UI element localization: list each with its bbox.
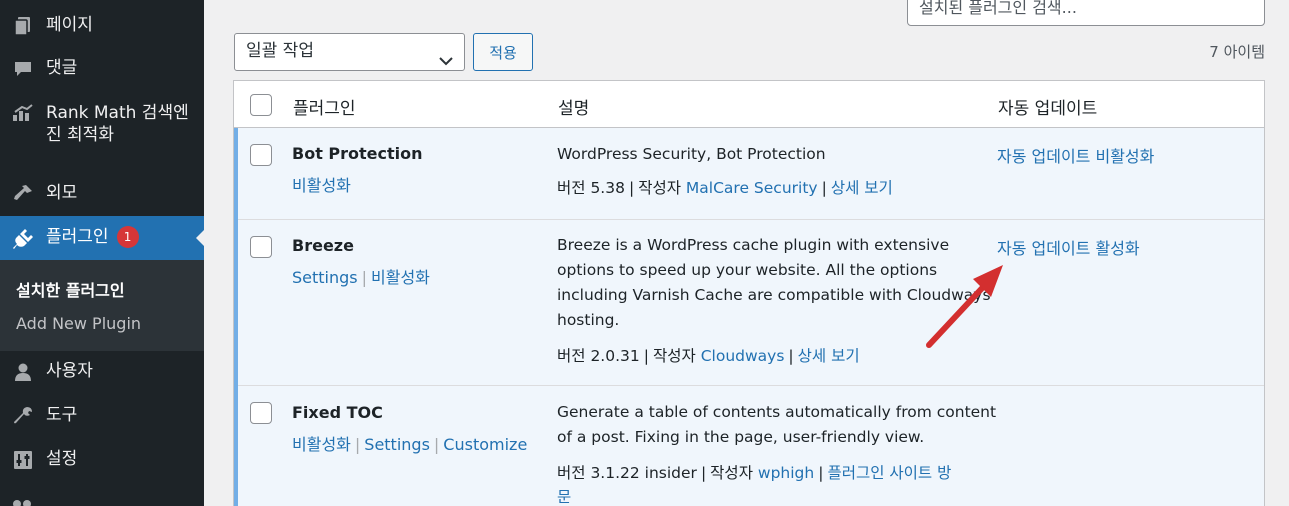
auto-update-toggle-link[interactable]: 자동 업데이트 활성화 (997, 235, 1140, 259)
plugin-name: Breeze (292, 236, 354, 255)
sidebar-item-more[interactable] (0, 494, 204, 506)
sidebar-label: 페이지 (46, 15, 93, 35)
author-link[interactable]: MalCare Security (686, 179, 818, 197)
table-row: Bot Protection 비활성화 WordPress Security, … (234, 128, 1264, 220)
description-line: Breeze is a WordPress cache plugin with … (557, 236, 950, 254)
sidebar-item-comments[interactable]: 댓글 (0, 57, 204, 79)
author-prefix: 작성자 (652, 347, 696, 365)
sidebar-item-settings[interactable]: 설정 (0, 448, 204, 470)
deactivate-link[interactable]: 비활성화 (292, 176, 351, 195)
plugin-name: Bot Protection (292, 144, 423, 163)
plugins-submenu: 설치한 플러그인 Add New Plugin (0, 260, 204, 351)
comments-icon (0, 57, 46, 79)
items-count: 7 아이템 (1209, 43, 1265, 61)
plugin-description: Breeze is a WordPress cache plugin with … (557, 233, 991, 333)
plugin-meta: 버전 2.0.31 | 작성자 Cloudways | 상세 보기 (557, 347, 860, 365)
sidebar-label: 외모 (46, 183, 78, 203)
sidebar-item-plugins[interactable]: 플러그인 1 (0, 216, 204, 260)
apply-button[interactable]: 적용 (473, 33, 533, 71)
description-line: of a post. Fixing in the page, user-frie… (557, 428, 925, 446)
sidebar-item-pages[interactable]: 페이지 (0, 14, 204, 36)
admin-sidebar: 페이지 댓글 Rank Math 검색엔 진 최적화 외모 플러그인 1 설치한 … (0, 0, 204, 506)
sidebar-label: 플러그인 (46, 227, 109, 247)
row-checkbox[interactable] (250, 402, 272, 424)
plugin-meta: 버전 5.38 | 작성자 MalCare Security | 상세 보기 (557, 179, 893, 197)
table-row: Fixed TOC 비활성화 | Settings | Customize Genera… (234, 386, 1264, 506)
sidebar-item-appearance[interactable]: 외모 (0, 182, 204, 204)
author-prefix: 작성자 (710, 464, 753, 482)
sidebar-label: 사용자 (46, 361, 93, 381)
pages-icon (0, 14, 46, 36)
deactivate-link[interactable]: 비활성화 (292, 435, 351, 454)
plugin-site-link[interactable]: 플러그인 사이트 방 (827, 464, 951, 482)
submenu-add-new-plugin[interactable]: Add New Plugin (16, 314, 141, 333)
sidebar-item-users[interactable]: 사용자 (0, 360, 204, 382)
author-link[interactable]: Cloudways (701, 347, 785, 365)
author-prefix: 작성자 (638, 179, 681, 197)
chevron-down-icon (438, 45, 454, 79)
description-line: hosting. (557, 311, 620, 329)
view-details-link[interactable]: 상세 보기 (831, 179, 893, 197)
auto-update-toggle-link[interactable]: 자동 업데이트 비활성화 (997, 143, 1154, 167)
description-line: Generate a table of contents automatical… (557, 403, 997, 421)
row-actions: 비활성화 | Settings | Customize (292, 435, 528, 454)
plugin-version: 버전 2.0.31 (557, 347, 640, 365)
bulk-action-selected: 일괄 작업 (246, 41, 314, 61)
plugins-icon (0, 226, 46, 250)
sidebar-label: 도구 (46, 405, 78, 425)
sidebar-item-rankmath[interactable]: Rank Math 검색엔 진 최적화 (0, 102, 204, 146)
column-header-description: 설명 (558, 99, 590, 119)
plugin-site-link-wrap[interactable]: 문 (557, 488, 571, 506)
sidebar-label-line2: 진 최적화 (46, 125, 114, 145)
column-header-auto-update: 자동 업데이트 (998, 99, 1098, 119)
column-header-plugin[interactable]: 플러그인 (293, 94, 356, 119)
rankmath-icon (0, 102, 46, 124)
row-actions: Settings | 비활성화 (292, 268, 430, 287)
row-actions: 비활성화 (292, 172, 351, 196)
sidebar-label: 설정 (46, 449, 78, 469)
row-checkbox[interactable] (250, 144, 272, 166)
table-header: 플러그인 설명 자동 업데이트 (234, 81, 1264, 128)
menu-icon (0, 494, 46, 506)
plugin-meta: 버전 3.1.22 insider | 작성자 wphigh | 플러그인 사이트 방 … (557, 464, 952, 506)
plugin-description: Generate a table of contents automatical… (557, 400, 997, 450)
sidebar-label-line1: Rank Math 검색엔 (46, 103, 189, 123)
plugin-name: Fixed TOC (292, 403, 383, 422)
sidebar-item-tools[interactable]: 도구 (0, 404, 204, 426)
view-details-link[interactable]: 상세 보기 (798, 347, 860, 365)
plugin-version: 버전 5.38 (557, 179, 625, 197)
table-row: Breeze Settings | 비활성화 Breeze is a WordPre… (234, 220, 1264, 386)
plugin-description: WordPress Security, Bot Protection (557, 145, 826, 163)
submenu-installed-plugins[interactable]: 설치한 플러그인 (16, 277, 125, 301)
description-line: options to speed up your website. All th… (557, 261, 938, 279)
plugin-search-input[interactable]: 설치된 플러그인 검색... (907, 0, 1265, 26)
bulk-action-select[interactable]: 일괄 작업 (234, 33, 465, 71)
sidebar-label: 댓글 (46, 58, 78, 78)
customize-link[interactable]: Customize (443, 435, 527, 454)
users-icon (0, 360, 46, 382)
annotation-arrow (926, 265, 1003, 348)
settings-link[interactable]: Settings (292, 268, 358, 287)
description-line: including Varnish Cache are compatible w… (557, 286, 991, 304)
settings-icon (0, 448, 46, 470)
deactivate-link[interactable]: 비활성화 (371, 268, 430, 287)
select-all-checkbox[interactable] (250, 94, 272, 116)
plugins-table: 플러그인 설명 자동 업데이트 Bot Protection 비활성화 Word… (233, 80, 1265, 506)
author-link[interactable]: wphigh (758, 464, 814, 482)
row-checkbox[interactable] (250, 236, 272, 258)
update-count-badge: 1 (116, 226, 139, 248)
wrench-icon (0, 404, 46, 426)
plugin-version: 버전 3.1.22 insider (557, 464, 697, 482)
appearance-icon (0, 182, 46, 204)
settings-link[interactable]: Settings (364, 435, 430, 454)
